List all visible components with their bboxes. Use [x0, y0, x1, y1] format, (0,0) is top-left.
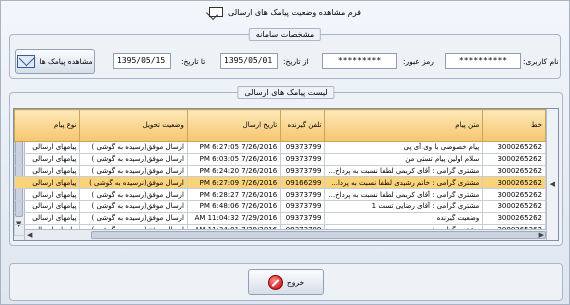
current-row-indicator-icon: ◀ [549, 180, 555, 188]
send-date-cell[interactable]: PM 6:48:06 7/26/2016 [186, 199, 282, 213]
receiver-phone-cell[interactable]: 09166299 [280, 176, 326, 190]
column-header-line[interactable]: خط [482, 109, 546, 142]
mail-icon [17, 55, 36, 68]
send-date-cell[interactable]: PM 6:27:09 7/26/2016 [186, 176, 282, 190]
message-text-cell[interactable]: وضعیت گیرنده [324, 211, 484, 225]
horizontal-scrollbar[interactable]: ◀ ▶ [25, 229, 546, 240]
send-date-cell[interactable]: PM 6:28:27 7/26/2016 [186, 188, 282, 201]
column-header-delivery-status[interactable]: وضعیت تحویل [79, 109, 188, 142]
from-date-field[interactable]: 1395/05/01 [220, 53, 278, 69]
table-row[interactable]: 3000265262 مشتری گرامی : آقای رضایی تست 1… [14, 199, 546, 213]
send-date-cell[interactable]: AM 11:04:32 7/29/2016 [186, 211, 282, 225]
delivery-status-cell[interactable]: ارسال موفق(رسیده به گوشی ) [79, 164, 188, 178]
send-date-cell[interactable]: PM 6:03:05 7/26/2016 [186, 152, 282, 166]
message-type-cell[interactable]: پیامهای ارسالی [14, 141, 81, 154]
send-date-cell[interactable]: PM 6:27:05 7/26/2016 [186, 141, 282, 154]
table-row[interactable]: 3000265262 وضعیت گیرنده 09373799 AM 11:04:3… [14, 211, 546, 225]
main-window: فرم مشاهده وضعیت پیامک های ارسالی مشخصات… [0, 0, 570, 305]
username-field[interactable]: ********** [445, 53, 521, 69]
receiver-phone-cell[interactable]: 09373799 [280, 211, 326, 225]
view-messages-button[interactable]: مشاهده پیامک ها [15, 49, 95, 74]
window-title: فرم مشاهده وضعیت پیامک های ارسالی [228, 7, 361, 17]
message-text-cell[interactable]: مشتری گرامی : آقای کریمی لطفا نسبت به پر… [324, 188, 484, 201]
delivery-status-cell[interactable]: ارسال موفق(نرسیده به گوشی ) [79, 176, 188, 190]
scroll-left-arrow-icon[interactable]: ◀ [27, 231, 32, 239]
table-header-row: خط متن پیام تلفن گیرنده تاریخ ارسال وضعی… [14, 109, 546, 142]
title-bar: فرم مشاهده وضعیت پیامک های ارسالی [1, 1, 569, 23]
column-header-message-text[interactable]: متن پیام [324, 109, 484, 142]
row-header-column: ◀ [546, 109, 558, 240]
password-field[interactable]: ********* [322, 53, 397, 69]
column-header-message-type[interactable]: نوع پیام [14, 109, 81, 142]
exit-label: خروج [286, 277, 305, 287]
line-cell[interactable]: 3000265262 [482, 176, 546, 190]
exit-button[interactable]: خروج [248, 269, 324, 295]
table-row[interactable]: 3000265262 مشتری گرامی : آقای کریمی لطفا … [14, 188, 546, 201]
receiver-phone-cell[interactable]: 09373799 [280, 141, 326, 154]
column-header-send-date[interactable]: تاریخ ارسال [186, 109, 282, 142]
receiver-phone-cell[interactable]: 09373799 [280, 164, 326, 178]
delivery-status-cell[interactable]: ارسال موفق(رسیده به گوشی ) [79, 141, 188, 154]
line-cell[interactable]: 3000265262 [482, 152, 546, 166]
messages-grid[interactable]: ▲ ▼ ◀ خط متن پیام تلفن گیرنده تاریخ ارسا… [13, 108, 559, 241]
message-type-cell[interactable]: پیامهای ارسالی [14, 199, 81, 213]
message-type-cell[interactable]: پیامهای ارسالی [14, 211, 81, 225]
message-text-cell[interactable]: پیام خصوصی با وی آی پی [324, 141, 484, 154]
line-cell[interactable]: 3000265262 [482, 211, 546, 225]
line-cell[interactable]: 3000265262 [482, 164, 546, 178]
delivery-status-cell[interactable]: ارسال موفق(رسیده به گوشی ) [79, 152, 188, 166]
delivery-status-cell[interactable]: ارسال موفق(رسیده به گوشی ) [79, 211, 188, 225]
message-type-cell[interactable]: پیامهای ارسالی [14, 176, 81, 190]
message-text-cell[interactable]: سلام اولین پیام تستی من [324, 152, 484, 166]
to-date-field[interactable]: 1395/05/15 [113, 53, 171, 69]
message-type-cell[interactable]: پیامهای ارسالی [14, 152, 81, 166]
view-messages-label: مشاهده پیامک ها [39, 57, 93, 66]
messages-table: خط متن پیام تلفن گیرنده تاریخ ارسال وضعی… [14, 109, 546, 237]
table-row[interactable]: 3000265262 مشتری گرامی : آقای کریمی لطفا … [14, 164, 546, 178]
send-date-cell[interactable]: PM 6:24:20 7/26/2016 [186, 164, 282, 178]
table-row[interactable]: 3000265262 پیام خصوصی با وی آی پی 09373799… [14, 141, 546, 154]
account-legend: مشخصات سامانه [248, 28, 322, 41]
horizontal-scroll-thumb[interactable] [91, 231, 546, 239]
message-type-cell[interactable]: پیامهای ارسالی [14, 164, 81, 178]
table-row[interactable]: 3000265262 سلام اولین پیام تستی من 0937379… [14, 152, 546, 166]
message-type-cell[interactable]: پیامهای ارسالی [14, 188, 81, 201]
receiver-phone-cell[interactable]: 09373799 [280, 199, 326, 213]
receiver-phone-cell[interactable]: 09373799 [280, 152, 326, 166]
password-label: رمز عبور: [403, 57, 434, 66]
username-label: نام کاربری: [523, 57, 559, 66]
line-cell[interactable]: 3000265262 [482, 141, 546, 154]
messages-legend: لیست پیامک های ارسالی [237, 86, 335, 99]
envelope-icon [209, 7, 224, 17]
delivery-status-cell[interactable]: ارسال موفق(رسیده به گوشی ) [79, 199, 188, 213]
from-date-label: از تاریخ: [283, 57, 309, 66]
line-cell[interactable]: 3000265262 [482, 188, 546, 201]
scroll-right-arrow-icon[interactable]: ▶ [539, 231, 544, 239]
receiver-phone-cell[interactable]: 09373799 [280, 188, 326, 201]
delivery-status-cell[interactable]: ارسال موفق(رسیده به گوشی ) [79, 188, 188, 201]
to-date-label: تا تاریخ: [181, 57, 206, 66]
message-text-cell[interactable]: مشتری گرامی : خانم رشیدی لطفا نسبت به پر… [324, 176, 484, 190]
line-cell[interactable]: 3000265262 [482, 199, 546, 213]
column-header-receiver-phone[interactable]: تلفن گیرنده [280, 109, 326, 142]
table-row[interactable]: 3000265262 مشتری گرامی : خانم رشیدی لطفا … [14, 176, 546, 190]
message-text-cell[interactable]: مشتری گرامی : آقای رضایی تست 1 [324, 199, 484, 213]
message-text-cell[interactable]: مشتری گرامی : آقای کریمی لطفا نسبت به پر… [324, 164, 484, 178]
stop-icon [267, 274, 283, 290]
